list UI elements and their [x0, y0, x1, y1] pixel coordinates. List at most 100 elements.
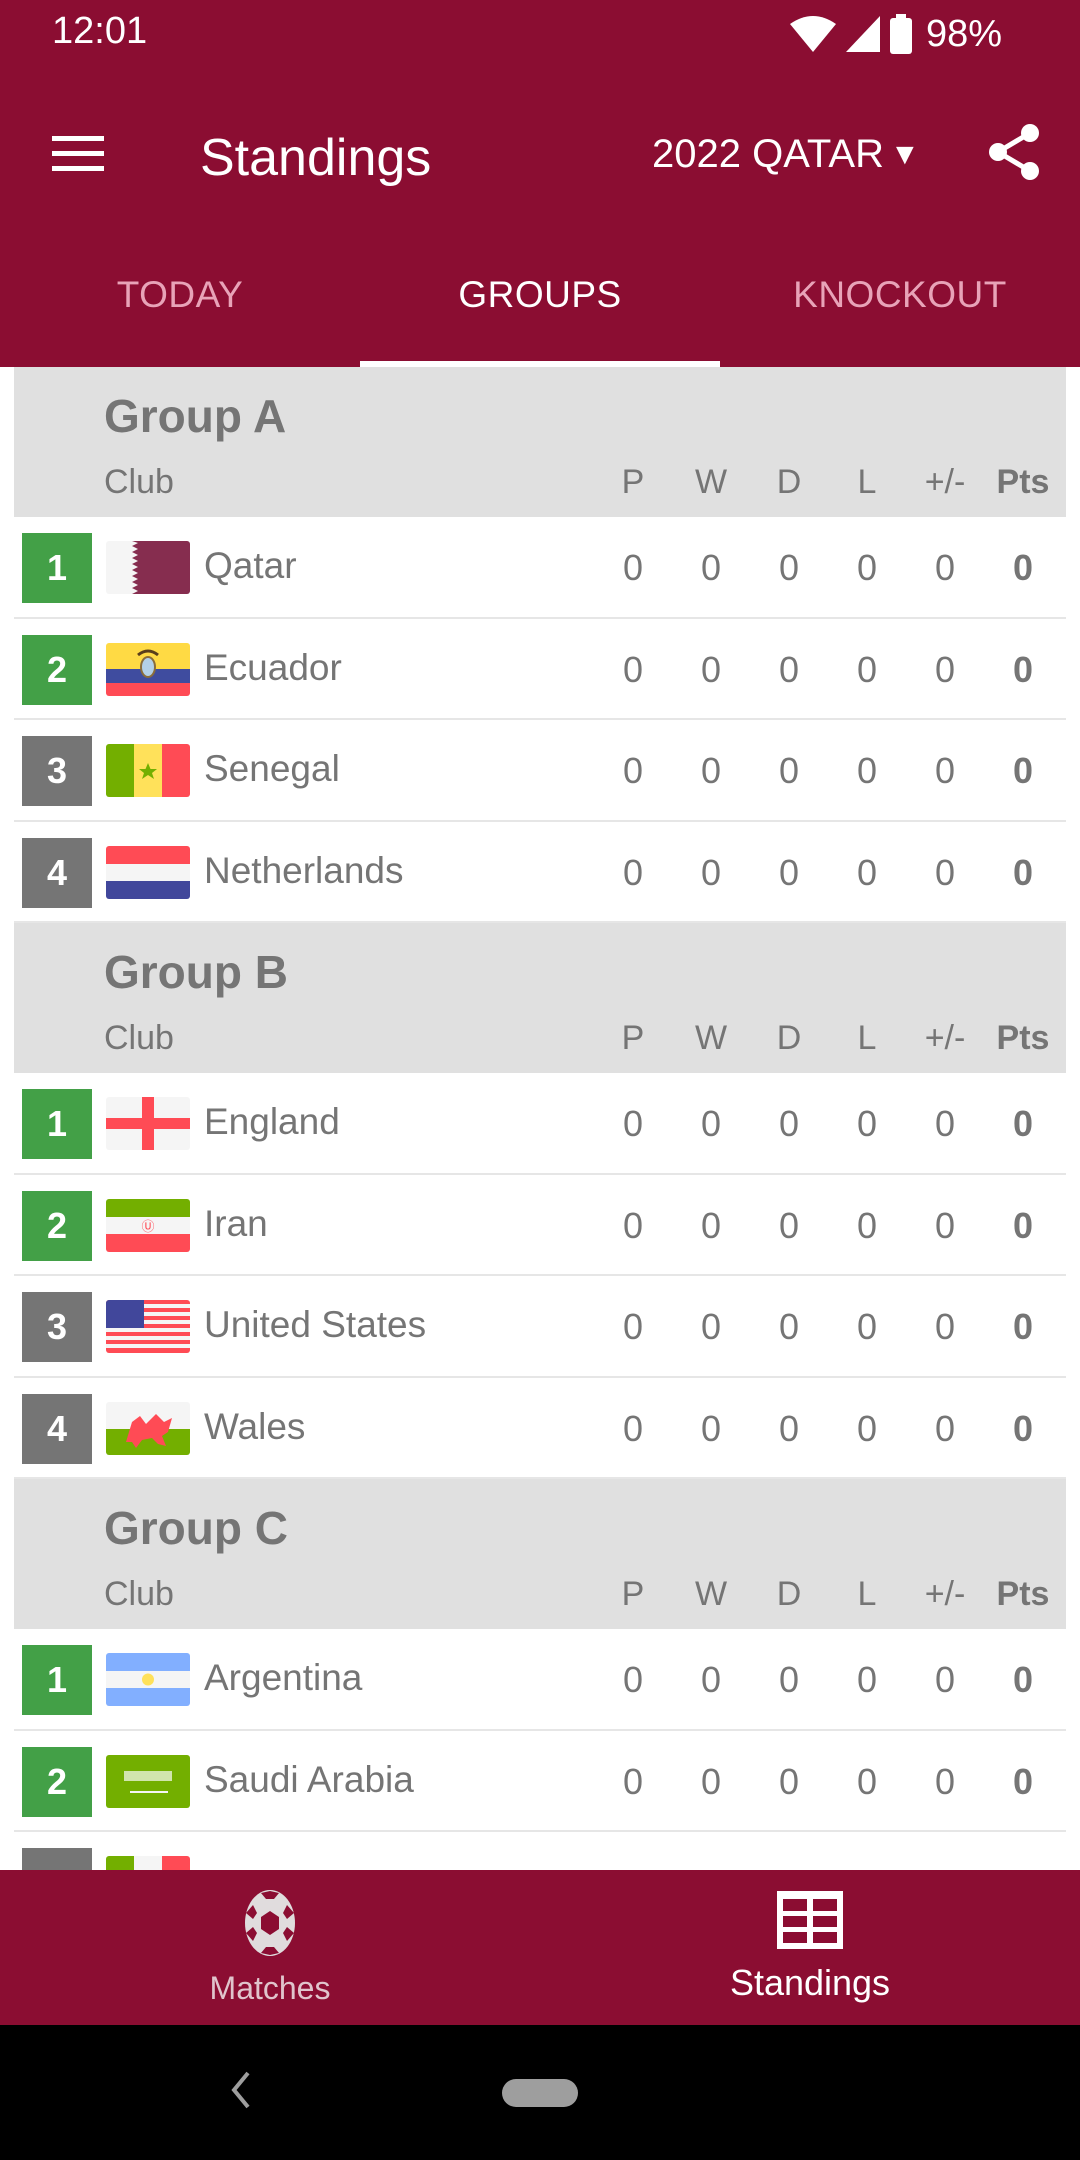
back-button[interactable] [220, 2065, 260, 2115]
stat-gd: 0 [934, 1204, 956, 1246]
tab-today[interactable]: TODAY [0, 242, 360, 367]
stat-w: 0 [700, 1659, 722, 1700]
team-row[interactable]: 1 England 0 0 0 0 0 0 [14, 1073, 1066, 1175]
column-header-w: W [694, 1019, 728, 1057]
column-header-w: W [694, 1575, 728, 1613]
column-header-l: L [857, 1019, 877, 1057]
team-row[interactable]: 4 Wales 0 0 0 0 0 0 [14, 1377, 1066, 1479]
team-name: United States [204, 1304, 427, 1345]
stat-p: 0 [622, 1204, 644, 1246]
column-header-pts: Pts [996, 463, 1050, 501]
stat-p: 0 [622, 1659, 644, 1700]
stat-w: 0 [700, 1204, 722, 1246]
qatar-flag-icon [106, 541, 190, 594]
stat-gd: 0 [934, 1760, 956, 1802]
stat-gd: 0 [934, 648, 956, 690]
stat-p: 0 [622, 750, 644, 791]
team-row[interactable] [14, 1832, 1066, 1870]
team-name: Ecuador [204, 646, 342, 688]
rank-badge: 4 [22, 1393, 92, 1464]
team-row[interactable]: 2 Ecuador 0 0 0 0 0 0 [14, 618, 1066, 720]
status-icons: 98% [789, 12, 1002, 56]
status-time: 12:01 [52, 10, 148, 52]
column-header-gd: +/- [924, 1575, 966, 1613]
rank-badge: 4 [22, 837, 92, 908]
svg-text:Ⓤ: Ⓤ [141, 1220, 154, 1235]
column-header-club: Club [104, 463, 174, 501]
stat-d: 0 [778, 851, 800, 893]
menu-button[interactable] [40, 118, 116, 194]
column-header-d: D [776, 1019, 802, 1057]
season-dropdown[interactable]: 2022 QATAR ▼ [652, 132, 920, 177]
stat-w: 0 [700, 1760, 722, 1802]
rank-badge: 3 [22, 736, 92, 806]
stat-d: 0 [778, 547, 800, 588]
england-flag-icon [106, 1097, 190, 1150]
stat-w: 0 [700, 851, 722, 893]
battery-percentage: 98% [925, 12, 1002, 55]
tab-knockout[interactable]: KNOCKOUT [720, 242, 1080, 367]
stat-p: 0 [622, 1760, 644, 1802]
stat-p: 0 [622, 1407, 644, 1449]
rank-badge: 2 [22, 634, 92, 705]
column-header-p: P [621, 1019, 645, 1057]
stat-l: 0 [856, 1204, 878, 1246]
stat-w: 0 [700, 1306, 722, 1347]
team-name: Iran [204, 1202, 268, 1244]
share-button[interactable] [976, 116, 1052, 192]
home-button[interactable] [502, 2079, 578, 2107]
nav-matches[interactable]: Matches [0, 1870, 540, 2025]
table-grid-icon [777, 1891, 843, 1954]
system-navigation-bar [0, 2025, 1080, 2160]
team-row[interactable]: 1 Argentina 0 0 0 0 0 0 [14, 1629, 1066, 1731]
rank-badge: 2 [22, 1190, 92, 1261]
page-title: Standings [200, 129, 432, 187]
stat-l: 0 [856, 1306, 878, 1347]
stat-pts: 0 [1012, 648, 1034, 690]
team-name: Wales [204, 1405, 306, 1447]
nav-standings-label: Standings [729, 1962, 891, 2003]
team-row[interactable]: 3 United States 0 0 0 0 0 0 [14, 1276, 1066, 1378]
group-title: Group C [104, 1502, 288, 1554]
stat-p: 0 [622, 547, 644, 588]
tab-groups[interactable]: GROUPS [360, 242, 720, 367]
stat-w: 0 [700, 547, 722, 588]
season-dropdown-label: 2022 QATAR [652, 132, 884, 176]
stat-pts: 0 [1012, 1103, 1034, 1144]
group-title: Group A [104, 390, 287, 442]
saudi-arabia-flag-icon [106, 1754, 190, 1808]
team-name: Senegal [204, 748, 340, 789]
stat-p: 0 [622, 1103, 644, 1144]
column-header-pts: Pts [996, 1575, 1050, 1613]
column-header-d: D [776, 1575, 802, 1613]
stat-pts: 0 [1012, 1407, 1034, 1449]
stat-gd: 0 [934, 1103, 956, 1144]
stat-pts: 0 [1012, 851, 1034, 893]
column-header-club: Club [104, 1575, 174, 1613]
standings-list[interactable]: Group A Club P W D L +/- Pts 1 Qatar 0 0 0 0 0 0 2 Ecuado… [0, 367, 1080, 1870]
team-row[interactable]: 4 Netherlands 0 0 0 0 0 0 [14, 821, 1066, 923]
battery-icon [889, 14, 912, 54]
stat-w: 0 [700, 750, 722, 791]
rank-badge: 1 [22, 533, 92, 603]
wales-flag-icon [106, 1401, 190, 1455]
status-bar: 12:01 98% [0, 0, 1080, 68]
nav-matches-label: Matches [209, 1969, 331, 2006]
rank-badge [22, 1848, 92, 1870]
stat-gd: 0 [934, 1407, 956, 1449]
stat-l: 0 [856, 547, 878, 588]
team-row[interactable]: 2 Ⓤ Iran 0 0 0 0 0 0 [14, 1174, 1066, 1276]
tab-bar: TODAY GROUPS KNOCKOUT [0, 242, 1080, 367]
team-row[interactable]: 3 Senegal 0 0 0 0 0 0 [14, 720, 1066, 822]
team-name: Qatar [204, 545, 297, 586]
stat-d: 0 [778, 1306, 800, 1347]
team-row[interactable]: 2 Saudi Arabia 0 0 0 0 0 0 [14, 1730, 1066, 1832]
rank-badge: 1 [22, 1089, 92, 1159]
bottom-navigation: Matches Standings [0, 1870, 1080, 2025]
nav-standings[interactable]: Standings [540, 1870, 1080, 2025]
stat-d: 0 [778, 648, 800, 690]
team-row[interactable]: 1 Qatar 0 0 0 0 0 0 [14, 517, 1066, 619]
share-icon [988, 123, 1040, 186]
column-header-gd: +/- [924, 1019, 966, 1057]
group-header: Group C Club P W D L +/- Pts [14, 1479, 1066, 1629]
